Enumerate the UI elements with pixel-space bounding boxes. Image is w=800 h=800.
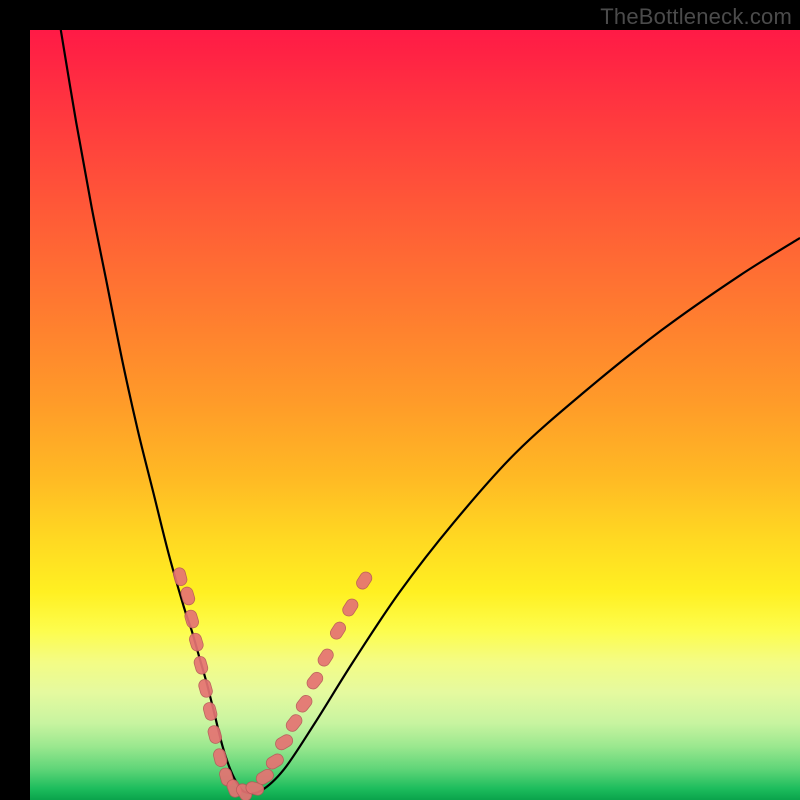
marker: [212, 747, 228, 767]
marker: [354, 570, 374, 592]
marker: [172, 566, 188, 586]
marker: [197, 678, 213, 699]
marker: [273, 732, 295, 752]
bottleneck-curve: [61, 30, 800, 793]
chart-frame: TheBottleneck.com: [0, 0, 800, 800]
watermark-text: TheBottleneck.com: [600, 4, 792, 30]
marker: [305, 670, 326, 692]
marker: [284, 712, 305, 734]
marker: [340, 597, 360, 619]
plot-area: [30, 30, 800, 800]
curve-svg: [30, 30, 800, 800]
curve-markers: [172, 566, 374, 800]
marker: [188, 632, 205, 653]
marker: [193, 655, 209, 676]
marker: [316, 647, 336, 669]
marker: [328, 620, 348, 642]
marker: [264, 752, 286, 772]
marker: [294, 693, 315, 715]
